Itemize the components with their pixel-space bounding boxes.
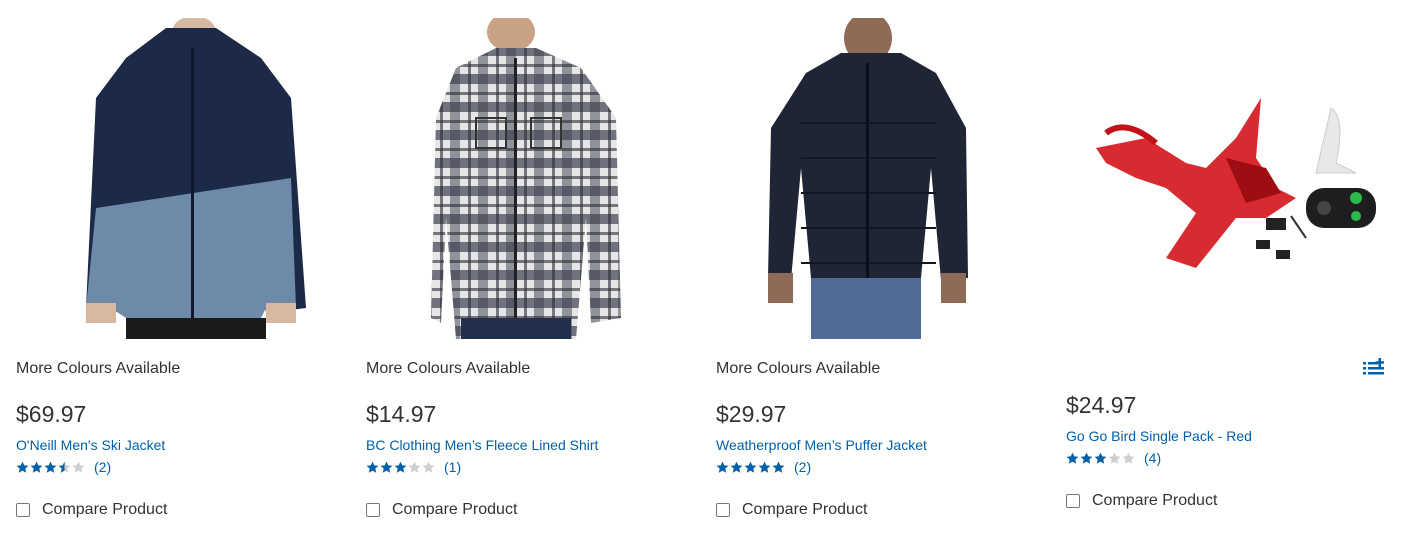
more-colours-label: More Colours Available (716, 360, 881, 377)
star-full-icon (758, 461, 771, 473)
product-image-flannel-shirt[interactable] (366, 18, 696, 339)
compare-product[interactable]: Compare Product (16, 501, 167, 519)
star-empty-icon (1122, 452, 1135, 464)
compare-checkbox[interactable] (366, 503, 380, 517)
more-colours-label: More Colours Available (16, 360, 181, 377)
star-full-icon (394, 461, 407, 473)
review-count: (2) (794, 459, 812, 475)
puffer-jacket-image (716, 18, 1046, 339)
star-empty-icon (408, 461, 421, 473)
rating-stars (16, 461, 86, 474)
star-full-icon (1094, 452, 1107, 464)
star-full-icon (16, 461, 29, 473)
compare-checkbox[interactable] (1066, 494, 1080, 508)
star-full-icon (1066, 452, 1079, 464)
compare-label: Compare Product (1092, 492, 1218, 509)
rating-stars (1066, 452, 1136, 465)
star-full-icon (1080, 452, 1093, 464)
product-price: $29.97 (716, 401, 787, 427)
review-count: (2) (94, 459, 112, 475)
product-price: $24.97 (1066, 392, 1137, 418)
product-rating[interactable]: (4) (1066, 450, 1161, 466)
compare-checkbox[interactable] (16, 503, 30, 517)
star-full-icon (716, 461, 729, 473)
product-grid: More Colours Available $69.97 O'Neill Me… (0, 0, 1403, 537)
more-colours-label: More Colours Available (366, 360, 531, 377)
compare-label: Compare Product (742, 501, 868, 518)
compare-label: Compare Product (392, 501, 518, 518)
rating-stars (366, 461, 436, 474)
star-full-icon (744, 461, 757, 473)
product-price: $14.97 (366, 401, 437, 427)
rating-stars (716, 461, 786, 474)
product-card: $24.97 Go Go Bird Single Pack - Red (4) … (1066, 0, 1396, 537)
product-title-link[interactable]: BC Clothing Men’s Fleece Lined Shirt (366, 437, 598, 453)
product-rating[interactable]: (2) (716, 459, 811, 475)
product-card: More Colours Available $69.97 O'Neill Me… (16, 0, 346, 537)
product-image-ski-jacket[interactable] (16, 18, 346, 339)
product-rating[interactable]: (1) (366, 459, 461, 475)
add-to-list-icon[interactable] (1363, 358, 1385, 376)
star-full-icon (772, 461, 785, 473)
product-image-rc-bird[interactable] (1066, 18, 1396, 339)
flannel-shirt-image (366, 18, 696, 339)
product-title-link[interactable]: Weatherproof Men’s Puffer Jacket (716, 437, 927, 453)
product-rating[interactable]: (2) (16, 459, 111, 475)
product-price: $69.97 (16, 401, 87, 427)
star-full-icon (380, 461, 393, 473)
compare-label: Compare Product (42, 501, 168, 518)
compare-product[interactable]: Compare Product (366, 501, 517, 519)
compare-product[interactable]: Compare Product (716, 501, 867, 519)
review-count: (1) (444, 459, 462, 475)
review-count: (4) (1144, 450, 1162, 466)
star-empty-icon (422, 461, 435, 473)
star-full-icon (730, 461, 743, 473)
compare-checkbox[interactable] (716, 503, 730, 517)
product-card: More Colours Available $29.97 Weatherpro… (716, 0, 1046, 537)
star-half-icon (58, 461, 71, 473)
star-empty-icon (1108, 452, 1121, 464)
star-full-icon (30, 461, 43, 473)
star-full-icon (366, 461, 379, 473)
ski-jacket-image (16, 18, 346, 339)
star-full-icon (44, 461, 57, 473)
compare-product[interactable]: Compare Product (1066, 492, 1217, 510)
product-title-link[interactable]: Go Go Bird Single Pack - Red (1066, 428, 1252, 444)
rc-bird-toy-image (1066, 18, 1396, 339)
product-image-puffer-jacket[interactable] (716, 18, 1046, 339)
product-card: More Colours Available $14.97 BC Clothin… (366, 0, 696, 537)
star-empty-icon (72, 461, 85, 473)
product-title-link[interactable]: O'Neill Men's Ski Jacket (16, 437, 165, 453)
